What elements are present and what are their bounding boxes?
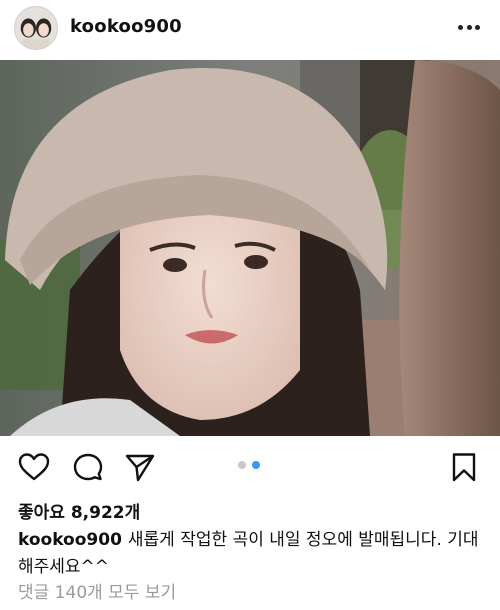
selfie-photo-image xyxy=(0,60,500,436)
post-photo[interactable] xyxy=(0,60,500,436)
view-all-comments-link[interactable]: 댓글 140개 모두 보기 xyxy=(18,578,176,603)
avatar[interactable] xyxy=(14,6,58,50)
more-dot xyxy=(475,24,480,30)
heart-icon[interactable] xyxy=(18,452,50,482)
avatar-image xyxy=(15,7,57,49)
carousel-dot-1 xyxy=(238,461,246,469)
comment-icon[interactable] xyxy=(72,452,104,482)
carousel-indicator xyxy=(238,461,268,471)
bookmark-icon[interactable] xyxy=(450,452,478,482)
more-dot xyxy=(458,24,463,30)
likes-count[interactable]: 좋아요 8,922개 xyxy=(18,498,140,523)
send-icon[interactable] xyxy=(124,452,156,482)
more-dot xyxy=(466,24,472,30)
carousel-dot-2 xyxy=(252,461,260,469)
caption-username[interactable]: kookoo900 xyxy=(18,530,122,550)
post-header: kookoo900 xyxy=(0,0,500,60)
more-options-icon[interactable] xyxy=(452,14,486,40)
post-caption: kookoo900 새롭게 작업한 곡이 내일 정오에 발매됩니다. 기대해주세요… xyxy=(18,527,488,581)
post-username[interactable]: kookoo900 xyxy=(70,16,182,37)
